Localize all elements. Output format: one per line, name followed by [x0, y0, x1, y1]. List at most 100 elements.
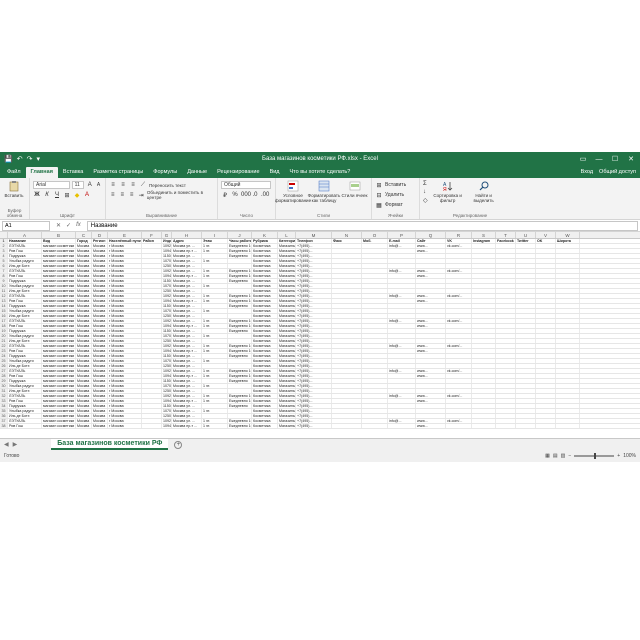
cell[interactable] — [202, 304, 228, 308]
cell[interactable]: 1 эт. — [202, 419, 228, 423]
cell[interactable]: 107076 — [162, 334, 172, 338]
cell[interactable]: магазин косметики — [42, 334, 76, 338]
column-header[interactable]: N — [332, 232, 362, 238]
cell[interactable]: Рив Гош — [8, 274, 42, 278]
cell[interactable] — [202, 314, 228, 318]
cell[interactable]: Магазины — [278, 414, 296, 418]
cell[interactable] — [556, 394, 580, 398]
cell[interactable] — [416, 264, 446, 268]
cell[interactable]: Москва — [92, 379, 108, 383]
cell[interactable]: магазин косметики — [42, 309, 76, 313]
cell[interactable] — [388, 299, 416, 303]
cell[interactable] — [388, 404, 416, 408]
cell[interactable] — [496, 389, 516, 393]
cell[interactable] — [362, 254, 388, 258]
cell[interactable]: г Москва — [108, 354, 142, 358]
cell[interactable]: +7(495)... — [296, 324, 332, 328]
cell[interactable] — [446, 354, 472, 358]
cell[interactable] — [536, 264, 556, 268]
cell-styles-button[interactable]: Стили ячеек — [341, 180, 368, 217]
cell[interactable] — [228, 364, 252, 368]
cell[interactable] — [556, 319, 580, 323]
cell[interactable] — [332, 379, 362, 383]
cell[interactable]: Магазины — [278, 249, 296, 253]
cell[interactable]: Москва — [76, 369, 92, 373]
cell[interactable] — [496, 339, 516, 343]
column-header[interactable]: R — [446, 232, 472, 238]
minimize-icon[interactable]: — — [592, 156, 606, 163]
tab-1[interactable]: Главная — [25, 167, 58, 178]
cell[interactable] — [142, 389, 162, 393]
cell[interactable]: Москва ул. ... — [172, 334, 202, 338]
cell[interactable] — [388, 379, 416, 383]
cell[interactable]: Москва — [76, 339, 92, 343]
cell[interactable]: Магазины — [278, 354, 296, 358]
cell[interactable] — [472, 294, 496, 298]
cell[interactable]: магазин косметики — [42, 249, 76, 253]
cell[interactable]: Косметика — [252, 414, 278, 418]
cell[interactable]: Улыбка радуги — [8, 384, 42, 388]
cell[interactable] — [472, 399, 496, 403]
cell[interactable] — [332, 259, 362, 263]
cell[interactable] — [516, 379, 536, 383]
cell[interactable]: Категория — [278, 239, 296, 243]
row-header[interactable]: 4 — [0, 254, 8, 258]
cell[interactable]: +7(495)... — [296, 339, 332, 343]
cell[interactable] — [362, 284, 388, 288]
cell[interactable]: Москва — [92, 324, 108, 328]
cell[interactable] — [472, 414, 496, 418]
cell[interactable] — [416, 254, 446, 258]
cell[interactable]: Косметика — [252, 364, 278, 368]
cell[interactable]: Магазины — [278, 274, 296, 278]
cell[interactable]: магазин косметики — [42, 414, 76, 418]
cell[interactable]: Косметика — [252, 259, 278, 263]
cell[interactable] — [332, 384, 362, 388]
cell[interactable]: Москва ул. ... — [172, 279, 202, 283]
cell[interactable]: магазин косметики — [42, 299, 76, 303]
cell[interactable]: 1 эт. — [202, 244, 228, 248]
select-all-corner[interactable] — [0, 232, 8, 238]
cell[interactable]: www... — [416, 424, 446, 428]
cell[interactable]: www... — [416, 374, 446, 378]
cell[interactable]: Москва ул. ... — [172, 254, 202, 258]
currency-icon[interactable]: ₽ — [221, 192, 229, 199]
cell[interactable]: г Москва — [108, 329, 142, 333]
cell[interactable] — [332, 309, 362, 313]
cell[interactable]: Москва — [92, 284, 108, 288]
cell[interactable]: Москва — [92, 249, 108, 253]
cell[interactable] — [446, 279, 472, 283]
cell[interactable]: магазин косметики — [42, 404, 76, 408]
cell[interactable] — [142, 394, 162, 398]
cell[interactable]: магазин косметики — [42, 369, 76, 373]
cell[interactable]: г Москва — [108, 384, 142, 388]
align-left-icon[interactable]: ≡ — [109, 192, 116, 198]
cell[interactable]: 125009 — [162, 314, 172, 318]
column-header[interactable]: C — [76, 232, 92, 238]
cell[interactable]: +7(495)... — [296, 409, 332, 413]
cell[interactable] — [536, 259, 556, 263]
cell[interactable]: vk.com/... — [446, 294, 472, 298]
function-icon[interactable]: fx — [76, 222, 81, 229]
cell[interactable]: Ежедневно — [228, 304, 252, 308]
cell[interactable]: ЛЭТУАЛЬ — [8, 269, 42, 273]
cell[interactable] — [536, 384, 556, 388]
column-header[interactable]: J — [228, 232, 252, 238]
cell[interactable] — [142, 299, 162, 303]
cell[interactable]: Магазины — [278, 324, 296, 328]
cell[interactable]: Подружка — [8, 379, 42, 383]
cell[interactable]: магазин косметики — [42, 269, 76, 273]
row-header[interactable]: 21 — [0, 339, 8, 343]
cell[interactable]: vk.com/... — [446, 394, 472, 398]
cell[interactable]: Улыбка радуги — [8, 334, 42, 338]
cell[interactable] — [536, 314, 556, 318]
cell[interactable] — [142, 259, 162, 263]
cell[interactable]: Иль де Ботэ — [8, 389, 42, 393]
cell[interactable]: Москва ул. ... — [172, 344, 202, 348]
cell[interactable]: Магазины — [278, 424, 296, 428]
cell[interactable]: Населённый пункт — [108, 239, 142, 243]
cell[interactable]: Москва — [92, 389, 108, 393]
sheet-tab-active[interactable]: База магазинов косметики РФ — [51, 439, 169, 450]
cell[interactable] — [332, 319, 362, 323]
grow-font-icon[interactable]: A — [86, 182, 93, 188]
tab-4[interactable]: Формулы — [148, 167, 182, 178]
